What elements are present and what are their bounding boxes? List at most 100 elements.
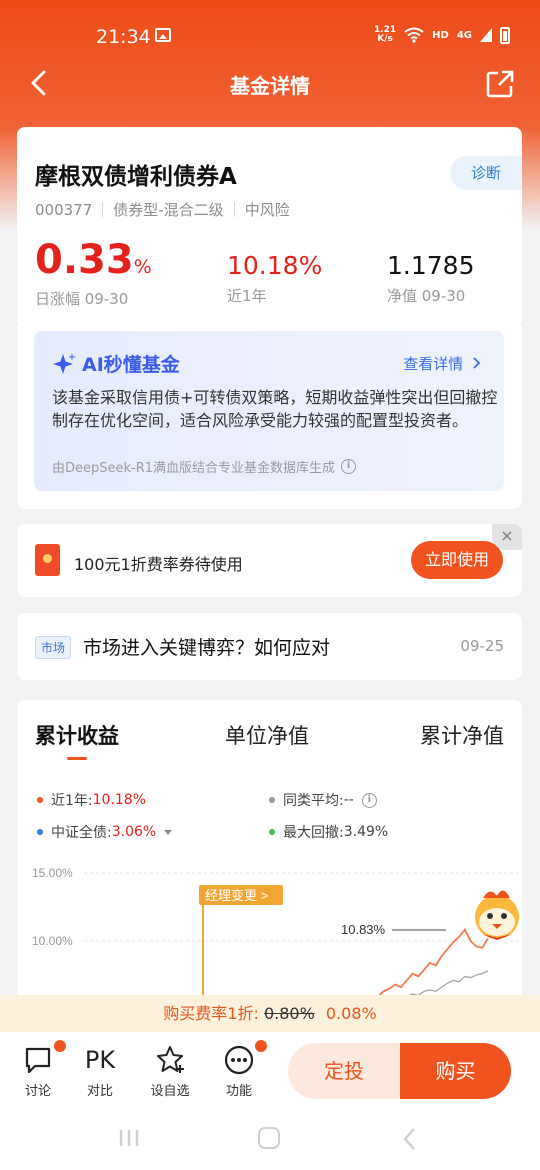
discuss-button[interactable]: 讨论 bbox=[10, 1040, 66, 1099]
daily-change-label: 日涨幅 09-30 bbox=[35, 290, 129, 308]
legend-dot bbox=[269, 829, 275, 835]
tab-cumulative-nav[interactable]: 累计净值 bbox=[420, 720, 504, 750]
divider bbox=[233, 202, 235, 217]
legend-index[interactable]: 中证全债: 3.06% bbox=[37, 822, 173, 842]
ai-summary-box[interactable]: AI秒懂基金 查看详情 该基金采取信用债+可转债双策略，短期收益弹性突出但回撤控… bbox=[34, 331, 504, 491]
news-date: 09-25 bbox=[460, 637, 504, 655]
legend-fund-value: 10.18% bbox=[92, 792, 147, 808]
chicken-mascot-icon[interactable] bbox=[475, 890, 519, 940]
legend-fund: 近1年: 10.18% bbox=[37, 790, 146, 810]
legend-peer-value: -- bbox=[343, 792, 354, 808]
net-speed-unit: K/s bbox=[377, 34, 393, 44]
home-icon[interactable] bbox=[258, 1127, 280, 1149]
info-icon[interactable]: i bbox=[361, 792, 377, 808]
performance-chart[interactable]: 15.00% 10.00% 经理变更 > 10.83% bbox=[0, 860, 540, 995]
legend-drawdown-label: 最大回撤: bbox=[283, 825, 344, 841]
notification-dot bbox=[255, 1040, 267, 1052]
one-year-label: 近1年 bbox=[227, 287, 267, 305]
tab-cumulative-return[interactable]: 累计收益 bbox=[35, 720, 119, 750]
hd-indicator: HD bbox=[432, 29, 449, 41]
series-layer bbox=[378, 928, 489, 995]
compare-button[interactable]: PK 对比 bbox=[72, 1044, 128, 1099]
fee-discount-bar: 购买费率1折: 0.80% 0.08% bbox=[0, 995, 540, 1032]
ai-summary-text: 该基金采取信用债+可转债双策略，短期收益弹性突出但回撤控制存在优化空间，适合风险… bbox=[52, 388, 498, 430]
ai-title-row: AI秒懂基金 bbox=[52, 350, 180, 377]
system-back-icon[interactable] bbox=[400, 1127, 420, 1151]
legend-fund-label: 近1年: bbox=[51, 793, 93, 809]
fund-info-card: 摩根双债增利债券A 诊断 000377 债券型-混合二级 中风险 0.33% 日… bbox=[17, 127, 522, 327]
daily-change-unit: % bbox=[133, 256, 152, 278]
red-packet-icon bbox=[35, 544, 60, 576]
fee-old-rate: 0.80% bbox=[263, 1004, 315, 1023]
more-icon bbox=[224, 1045, 254, 1075]
tab-unit-nav[interactable]: 单位净值 bbox=[225, 720, 309, 750]
system-nav-bar bbox=[0, 1110, 540, 1170]
news-title: 市场进入关键博弈？如何应对 bbox=[83, 637, 331, 659]
ai-more-link[interactable]: 查看详情 bbox=[403, 353, 482, 374]
fund-name: 摩根双债增利债券A bbox=[35, 164, 237, 190]
peak-annotation: 10.83% bbox=[341, 922, 386, 937]
nav-label: 净值 09-30 bbox=[387, 287, 466, 305]
bottom-toolbar: 讨论 PK 对比 设自选 功能 定投 购买 bbox=[0, 1032, 540, 1110]
legend-dot bbox=[37, 797, 43, 803]
nav-metric: 1.1785 净值 09-30 bbox=[387, 249, 474, 306]
close-icon[interactable]: × bbox=[492, 524, 522, 550]
use-now-button[interactable]: 立即使用 bbox=[411, 541, 503, 579]
dropdown-icon bbox=[164, 829, 173, 835]
coupon-text: 100元1折费率券待使用 bbox=[74, 555, 243, 574]
status-bar: 21:34 1.21 K/s HD 4G bbox=[0, 22, 540, 52]
daily-change-metric: 0.33% 日涨幅 09-30 bbox=[35, 237, 152, 309]
tab-indicator bbox=[67, 757, 87, 760]
fund-code: 000377 bbox=[35, 200, 93, 219]
battery-icon bbox=[500, 26, 510, 44]
legend-dot bbox=[269, 797, 275, 803]
watchlist-label: 设自选 bbox=[150, 1084, 190, 1099]
chevron-right-icon bbox=[473, 357, 481, 369]
index-return-line bbox=[408, 970, 489, 995]
ai-more-label: 查看详情 bbox=[403, 355, 464, 373]
fund-meta: 000377 债券型-混合二级 中风险 bbox=[35, 199, 290, 220]
daily-change-value: 0.33 bbox=[35, 237, 134, 283]
cell-indicator: 4G bbox=[456, 29, 472, 41]
info-icon[interactable]: i bbox=[341, 459, 357, 474]
recent-apps-icon[interactable] bbox=[118, 1128, 140, 1148]
watchlist-button[interactable]: 设自选 bbox=[142, 1044, 198, 1099]
manager-change-tag: 经理变更 > bbox=[205, 888, 268, 903]
functions-button[interactable]: 功能 bbox=[211, 1040, 267, 1099]
one-year-value: 10.18% bbox=[227, 251, 323, 280]
share-icon[interactable] bbox=[486, 70, 514, 98]
ai-title: AI秒懂基金 bbox=[82, 354, 180, 376]
pk-icon: PK bbox=[84, 1046, 116, 1074]
notification-dot bbox=[54, 1040, 66, 1052]
chat-icon bbox=[25, 1047, 51, 1074]
gallery-notification-icon bbox=[155, 28, 171, 42]
nav-value: 1.1785 bbox=[387, 251, 475, 280]
fund-category: 债券型-混合二级 bbox=[113, 201, 224, 219]
diagnose-button[interactable]: 诊断 bbox=[450, 156, 522, 190]
invest-plan-button[interactable]: 定投 bbox=[288, 1043, 400, 1099]
legend-drawdown: 最大回撤: 3.49% bbox=[269, 822, 388, 842]
legend-index-value: 3.06% bbox=[111, 824, 157, 840]
signal-icon bbox=[480, 28, 492, 42]
wifi-icon bbox=[404, 27, 424, 43]
fee-new-rate: 0.08% bbox=[325, 1004, 377, 1023]
star-add-icon bbox=[157, 1046, 184, 1073]
ai-source: 由DeepSeek-R1满血版结合专业基金数据库生成 bbox=[52, 461, 336, 476]
fund-return-line bbox=[378, 928, 489, 995]
news-card[interactable]: 市场 市场进入关键博弈？如何应对 09-25 bbox=[17, 613, 522, 680]
ai-footer: 由DeepSeek-R1满血版结合专业基金数据库生成 i bbox=[52, 457, 357, 476]
legend-peer: 同类平均: -- i bbox=[269, 790, 377, 810]
page-title: 基金详情 bbox=[230, 74, 310, 98]
ytick-10: 10.00% bbox=[32, 934, 73, 948]
legend-dot bbox=[37, 829, 43, 835]
coupon-card: 100元1折费率券待使用 立即使用 × bbox=[17, 524, 522, 597]
one-year-metric: 10.18% 近1年 bbox=[227, 249, 322, 306]
ytick-15: 15.00% bbox=[32, 866, 73, 880]
buy-button[interactable]: 购买 bbox=[400, 1043, 511, 1099]
status-indicators: 1.21 K/s HD 4G bbox=[374, 26, 510, 44]
net-speed: 1.21 K/s bbox=[374, 26, 396, 44]
legend-peer-label: 同类平均: bbox=[283, 793, 344, 809]
legend-index-label: 中证全债: bbox=[51, 825, 112, 841]
discuss-label: 讨论 bbox=[24, 1084, 51, 1099]
divider bbox=[102, 202, 104, 217]
